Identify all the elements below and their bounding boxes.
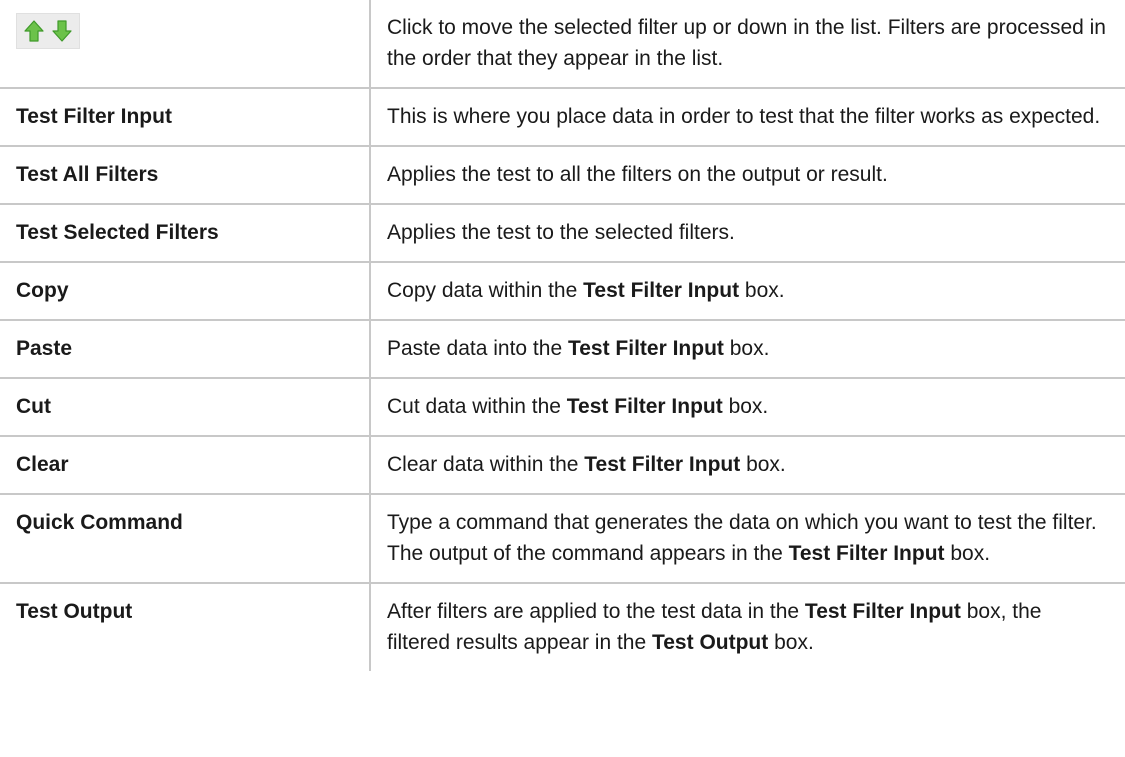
term-label: Paste bbox=[16, 337, 73, 360]
reference-table-body: Click to move the selected filter up or … bbox=[0, 0, 1125, 671]
description-text: Clear data within the bbox=[387, 453, 585, 476]
term-label: Copy bbox=[16, 279, 69, 302]
table-row: Test Selected Filters Applies the test to… bbox=[0, 203, 1125, 263]
table-row: Clear Clear data within the Test Filter I… bbox=[0, 435, 1125, 495]
term-label: Test All Filters bbox=[16, 163, 159, 186]
term-label: Test Filter Input bbox=[16, 105, 172, 128]
arrow-up-icon[interactable] bbox=[24, 20, 44, 42]
description-bold-text: Test Filter Input bbox=[584, 453, 741, 476]
term-cell: Cut bbox=[0, 377, 371, 437]
term-label: Test Output bbox=[16, 600, 133, 623]
term-cell: Test Selected Filters bbox=[0, 203, 371, 263]
arrow-down-icon[interactable] bbox=[52, 20, 72, 42]
table-row: Paste Paste data into the Test Filter Inp… bbox=[0, 319, 1125, 379]
description-text: box. bbox=[768, 631, 814, 654]
description-cell: Copy data within the Test Filter Input b… bbox=[369, 261, 1125, 321]
table-row: Copy Copy data within the Test Filter Inp… bbox=[0, 261, 1125, 321]
description-text: Copy data within the bbox=[387, 279, 584, 302]
description-text: Paste data into the bbox=[387, 337, 568, 360]
description-cell: Applies the test to all the filters on t… bbox=[369, 145, 1125, 205]
table-row: Click to move the selected filter up or … bbox=[0, 0, 1125, 89]
table-row: Test All Filters Applies the test to all … bbox=[0, 145, 1125, 205]
term-cell: Clear bbox=[0, 435, 371, 495]
description-bold-text: Test Filter Input bbox=[567, 337, 724, 360]
description-cell: Clear data within the Test Filter Input … bbox=[369, 435, 1125, 495]
term-label: Cut bbox=[16, 395, 51, 418]
term-cell: Quick Command bbox=[0, 493, 371, 584]
description-cell: Cut data within the Test Filter Input bo… bbox=[369, 377, 1125, 437]
description-bold-text: Test Filter Input bbox=[788, 542, 945, 565]
term-cell: Paste bbox=[0, 319, 371, 379]
description-cell: Paste data into the Test Filter Input bo… bbox=[369, 319, 1125, 379]
description-text: After filters are applied to the test da… bbox=[387, 600, 805, 623]
description-text: box. bbox=[722, 395, 769, 418]
description-text: Click to move the selected filter up or … bbox=[387, 16, 1106, 70]
description-text: This is where you place data in order to… bbox=[387, 105, 1101, 128]
description-text: Applies the test to all the filters on t… bbox=[387, 163, 888, 186]
description-cell: After filters are applied to the test da… bbox=[369, 582, 1125, 671]
description-bold-text: Test Filter Input bbox=[566, 395, 723, 418]
description-text: box. bbox=[740, 453, 786, 476]
description-cell: Applies the test to the selected filters… bbox=[369, 203, 1125, 263]
description-text: Cut data within the bbox=[387, 395, 567, 418]
description-cell: Type a command that generates the data o… bbox=[369, 493, 1125, 584]
term-cell: Test All Filters bbox=[0, 145, 371, 205]
description-text: Applies the test to the selected filters… bbox=[387, 221, 735, 244]
move-buttons bbox=[16, 13, 80, 49]
term-label: Test Selected Filters bbox=[16, 221, 219, 244]
description-text: box. bbox=[739, 279, 785, 302]
term-label: Clear bbox=[16, 453, 69, 476]
term-cell bbox=[0, 0, 371, 89]
description-bold-text: Test Output bbox=[651, 631, 769, 654]
description-text: box. bbox=[723, 337, 770, 360]
description-bold-text: Test Filter Input bbox=[583, 279, 740, 302]
reference-table: Click to move the selected filter up or … bbox=[0, 0, 1125, 671]
term-label: Quick Command bbox=[16, 511, 183, 534]
table-row: Quick Command Type a command that generat… bbox=[0, 493, 1125, 584]
term-cell: Test Filter Input bbox=[0, 87, 371, 147]
description-text: Type a command that generates the data o… bbox=[387, 511, 1097, 565]
table-row: Cut Cut data within the Test Filter Input… bbox=[0, 377, 1125, 437]
table-row: Test Output After filters are applied to … bbox=[0, 582, 1125, 671]
description-bold-text: Test Filter Input bbox=[804, 600, 961, 623]
term-cell: Copy bbox=[0, 261, 371, 321]
description-cell: Click to move the selected filter up or … bbox=[369, 0, 1125, 89]
table-row: Test Filter Input This is where you place… bbox=[0, 87, 1125, 147]
description-cell: This is where you place data in order to… bbox=[369, 87, 1125, 147]
description-text: box. bbox=[944, 542, 991, 565]
term-cell: Test Output bbox=[0, 582, 371, 671]
